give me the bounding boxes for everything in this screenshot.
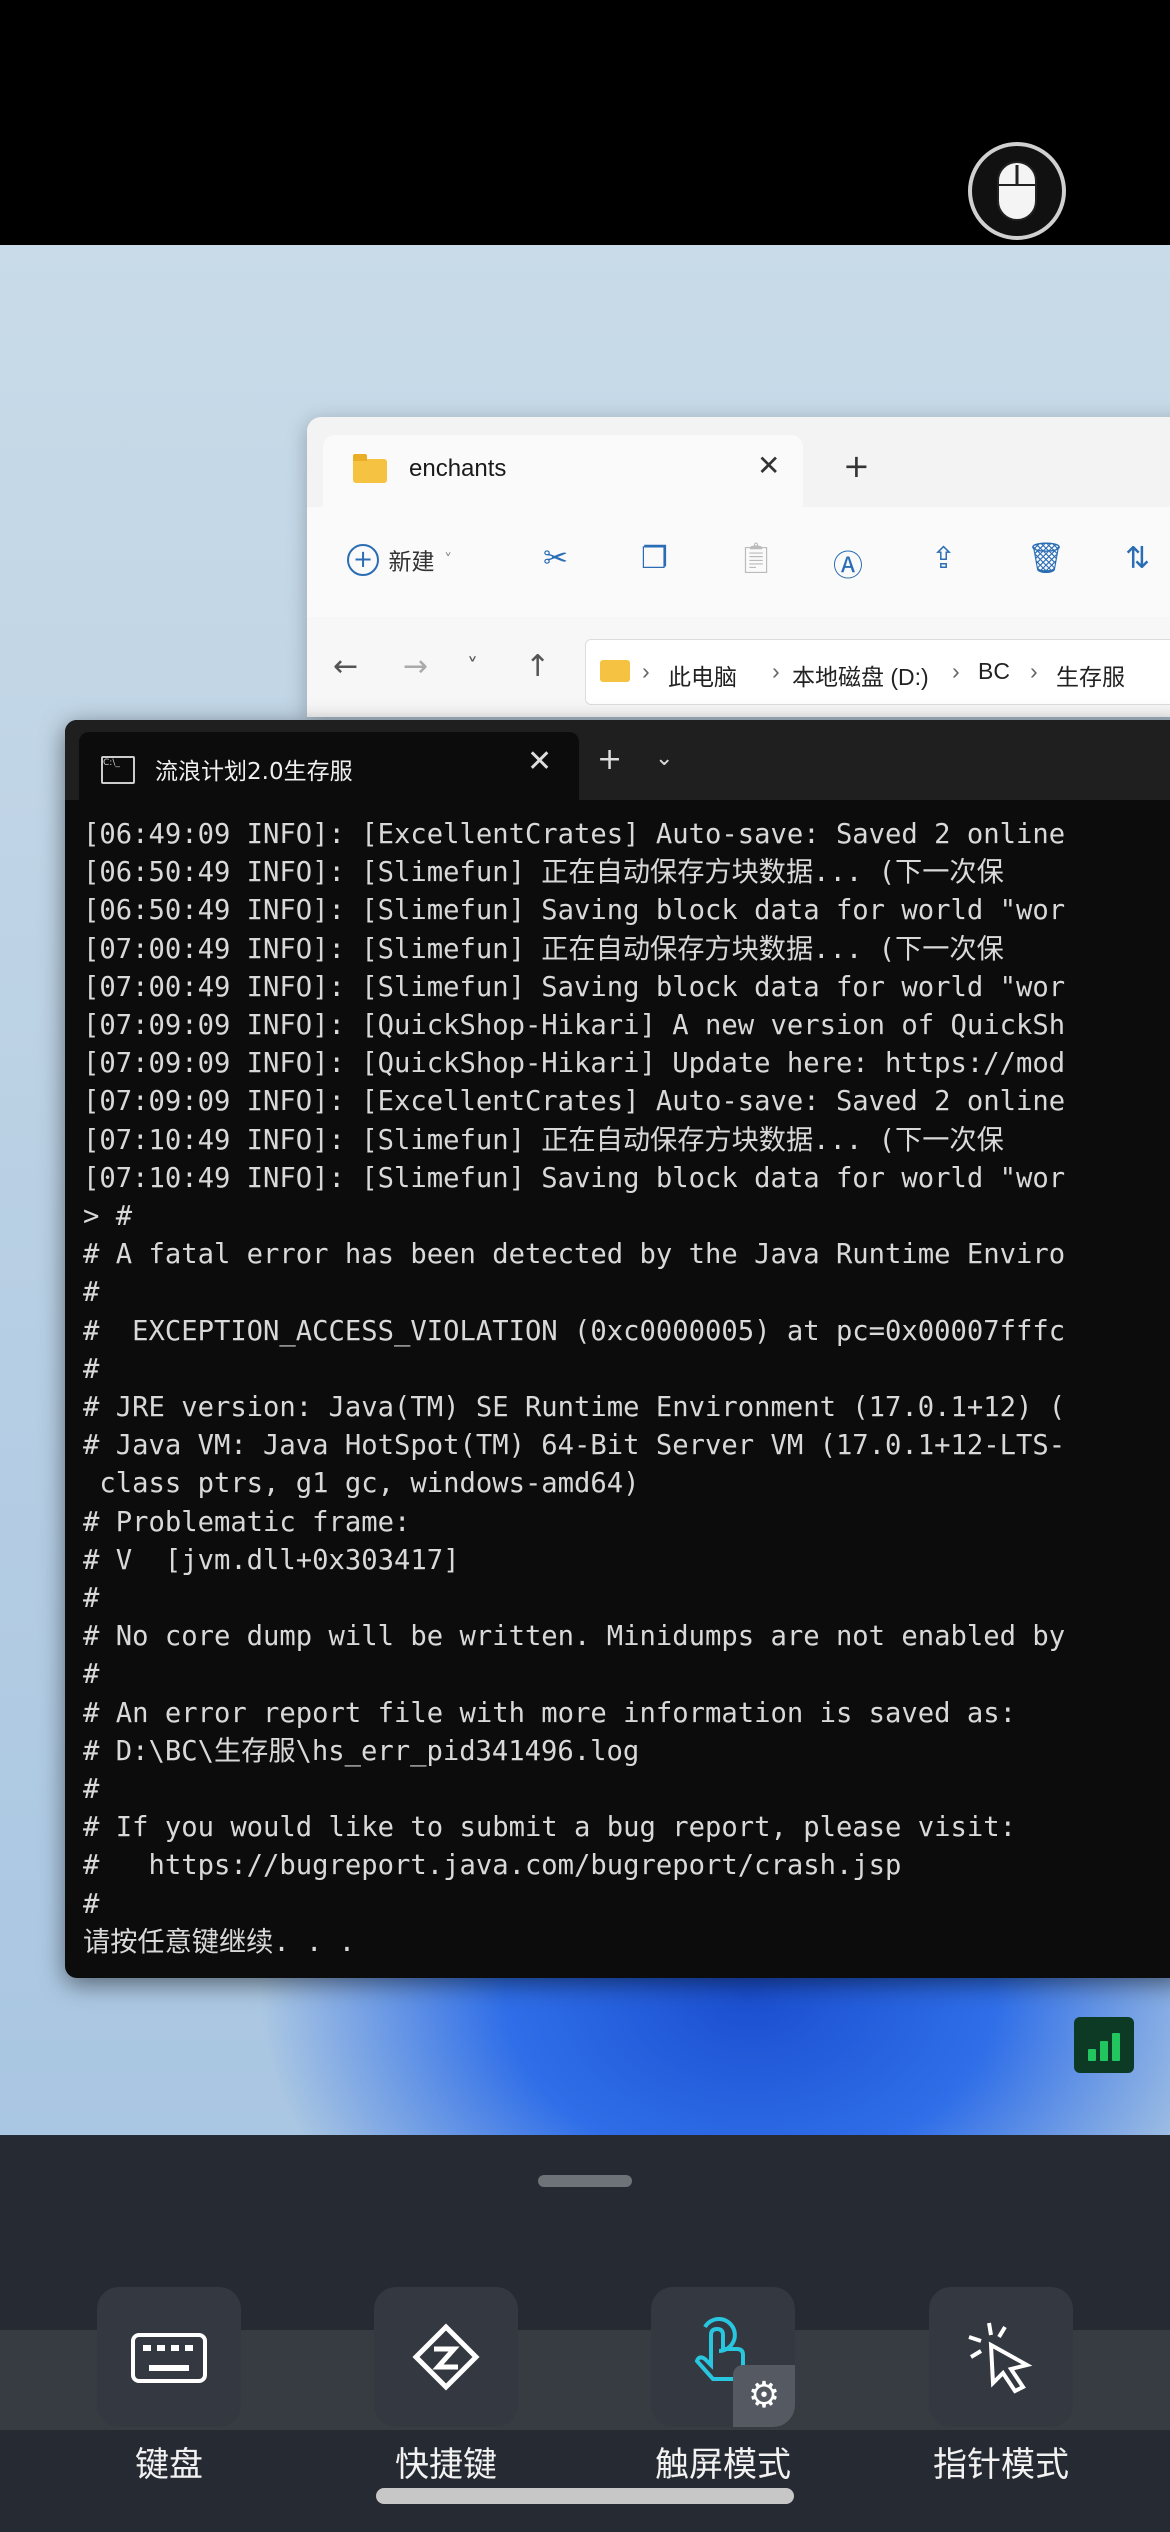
console-line: [07:10:49 INFO]: [Slimefun] 正在自动保存方块数据..…	[83, 1124, 1004, 1156]
close-tab-icon[interactable]: ✕	[757, 449, 780, 482]
explorer-tab[interactable]: enchants ✕	[323, 435, 803, 507]
chevron-down-icon[interactable]: ⌄	[655, 746, 673, 771]
console-line: # V [jvm.dll+0x303417]	[83, 1544, 460, 1576]
paste-icon[interactable]: 📋︎	[737, 541, 775, 576]
shortcut-label: 快捷键	[395, 2445, 497, 2485]
terminal-tab[interactable]: C:\_ 流浪计划2.0生存服 ✕	[79, 732, 579, 802]
console-line: # If you would like to submit a bug repo…	[83, 1812, 1016, 1844]
console-line: [06:49:09 INFO]: [ExcellentCrates] Auto-…	[83, 819, 1066, 850]
console-line: # No core dump will be written. Minidump…	[83, 1621, 1066, 1653]
console-line: [07:09:09 INFO]: [QuickShop-Hikari] A ne…	[83, 1010, 1066, 1042]
keyboard-icon	[131, 2333, 207, 2383]
pointer-click-icon	[968, 2322, 1033, 2394]
console-line: # https://bugreport.java.com/bugreport/c…	[83, 1850, 902, 1882]
breadcrumb-this-pc[interactable]: 此电脑	[668, 658, 737, 692]
breadcrumb-sep-icon: ›	[642, 658, 650, 684]
console-line: # Java VM: Java HotSpot(TM) 64-Bit Serve…	[83, 1430, 1066, 1462]
control-panel: 键盘 快捷键 ⚙ 触屏模式 指针模式	[0, 2135, 1170, 2532]
new-button[interactable]: + 新建 ˅	[347, 541, 452, 577]
address-folder-icon	[600, 660, 630, 682]
address-bar[interactable]: › 此电脑 › 本地磁盘 (D:) › BC › 生存服	[585, 639, 1170, 705]
signal-strength-icon[interactable]	[1074, 2017, 1134, 2073]
drag-handle[interactable]	[538, 2175, 632, 2187]
top-bar	[0, 0, 1170, 245]
breadcrumb-server[interactable]: 生存服	[1056, 658, 1125, 692]
terminal-tab-title: 流浪计划2.0生存服	[155, 759, 353, 785]
breadcrumb-bc[interactable]: BC	[978, 658, 1010, 685]
keyboard-button[interactable]	[97, 2287, 241, 2427]
folder-icon	[353, 454, 387, 483]
breadcrumb-local-disk[interactable]: 本地磁盘 (D:)	[792, 658, 929, 692]
console-line: [06:50:49 INFO]: [Slimefun] 正在自动保存方块数据..…	[83, 857, 1004, 889]
address-row: ← → ˅ ↑ › 此电脑 › 本地磁盘 (D:) › BC › 生存服	[307, 617, 1170, 717]
pointer-mode-button[interactable]	[929, 2287, 1073, 2427]
new-tab-icon[interactable]: +	[843, 447, 870, 485]
share-icon[interactable]: ⇪	[931, 541, 956, 576]
keyboard-label: 键盘	[135, 2445, 203, 2485]
terminal-titlebar: C:\_ 流浪计划2.0生存服 ✕ + ⌄	[65, 720, 1170, 802]
back-icon[interactable]: ←	[333, 649, 358, 684]
explorer-tab-title: enchants	[409, 455, 507, 482]
console-line: #	[83, 1583, 100, 1615]
touch-mode-label: 触屏模式	[655, 2445, 791, 2485]
home-indicator[interactable]	[376, 2488, 794, 2504]
terminal-window[interactable]: C:\_ 流浪计划2.0生存服 ✕ + ⌄ [06:49:09 INFO]: […	[65, 720, 1170, 1978]
chevron-down-icon: ˅	[444, 550, 453, 569]
console-line: # JRE version: Java(TM) SE Runtime Envir…	[83, 1392, 1066, 1424]
explorer-ribbon: + 新建 ˅ ✂ ❐ 📋︎ Ⓐ ⇪ 🗑︎ ⇅	[307, 507, 1170, 618]
console-line: # A fatal error has been detected by the…	[83, 1239, 1066, 1271]
touch-mode-button[interactable]: ⚙	[651, 2287, 795, 2427]
shortcut-button[interactable]	[374, 2287, 518, 2427]
console-line: [07:00:49 INFO]: [Slimefun] 正在自动保存方块数据..…	[83, 933, 1004, 965]
mouse-icon	[997, 161, 1037, 221]
console-line: # An error report file with more informa…	[83, 1697, 1016, 1729]
shortcut-icon	[412, 2323, 480, 2391]
new-button-label: 新建	[388, 549, 435, 576]
console-output[interactable]: [06:49:09 INFO]: [ExcellentCrates] Auto-…	[83, 816, 1170, 1962]
console-line: > #	[83, 1201, 133, 1233]
plus-circle-icon: +	[347, 543, 379, 576]
console-line: #	[83, 1888, 100, 1920]
close-tab-icon[interactable]: ✕	[527, 744, 552, 779]
forward-icon[interactable]: →	[403, 649, 428, 684]
console-line: #	[83, 1277, 100, 1309]
console-line: [07:09:09 INFO]: [ExcellentCrates] Auto-…	[83, 1086, 1066, 1118]
breadcrumb-sep-icon: ›	[772, 658, 780, 684]
new-tab-icon[interactable]: +	[597, 742, 622, 777]
sort-icon[interactable]: ⇅	[1125, 541, 1150, 576]
breadcrumb-sep-icon: ›	[952, 658, 960, 684]
cmd-icon: C:\_	[101, 756, 135, 784]
breadcrumb-sep-icon: ›	[1030, 658, 1038, 684]
pointer-mode-label: 指针模式	[933, 2445, 1069, 2485]
file-explorer-window[interactable]: enchants ✕ + + 新建 ˅ ✂ ❐ 📋︎ Ⓐ ⇪ 🗑︎ ⇅ ← → …	[307, 417, 1170, 717]
console-line: # EXCEPTION_ACCESS_VIOLATION (0xc0000005…	[83, 1315, 1066, 1347]
remote-desktop[interactable]: enchants ✕ + + 新建 ˅ ✂ ❐ 📋︎ Ⓐ ⇪ 🗑︎ ⇅ ← → …	[0, 245, 1170, 2135]
delete-icon[interactable]: 🗑︎	[1027, 541, 1065, 576]
cut-icon[interactable]: ✂	[543, 541, 568, 576]
console-line: #	[83, 1659, 100, 1691]
console-line: [07:09:09 INFO]: [QuickShop-Hikari] Upda…	[83, 1048, 1066, 1080]
rename-icon[interactable]: Ⓐ	[833, 541, 863, 585]
settings-gear-icon[interactable]: ⚙	[733, 2365, 795, 2427]
mouse-toggle-button[interactable]	[968, 142, 1066, 240]
console-line: # D:\BC\生存服\hs_err_pid341496.log	[83, 1735, 640, 1767]
console-line: #	[83, 1353, 100, 1385]
console-line: class ptrs, g1 gc, windows-amd64)	[83, 1468, 640, 1500]
console-line: #	[83, 1774, 100, 1806]
console-line: [07:00:49 INFO]: [Slimefun] Saving block…	[83, 971, 1066, 1003]
console-line: [07:10:49 INFO]: [Slimefun] Saving block…	[83, 1162, 1066, 1194]
up-icon[interactable]: ↑	[525, 649, 550, 684]
console-line: 请按任意键继续. . .	[83, 1926, 356, 1958]
recent-chevron-icon[interactable]: ˅	[467, 655, 478, 680]
console-line: [06:50:49 INFO]: [Slimefun] Saving block…	[83, 895, 1066, 927]
console-line: # Problematic frame:	[83, 1506, 411, 1538]
copy-icon[interactable]: ❐	[641, 541, 668, 576]
